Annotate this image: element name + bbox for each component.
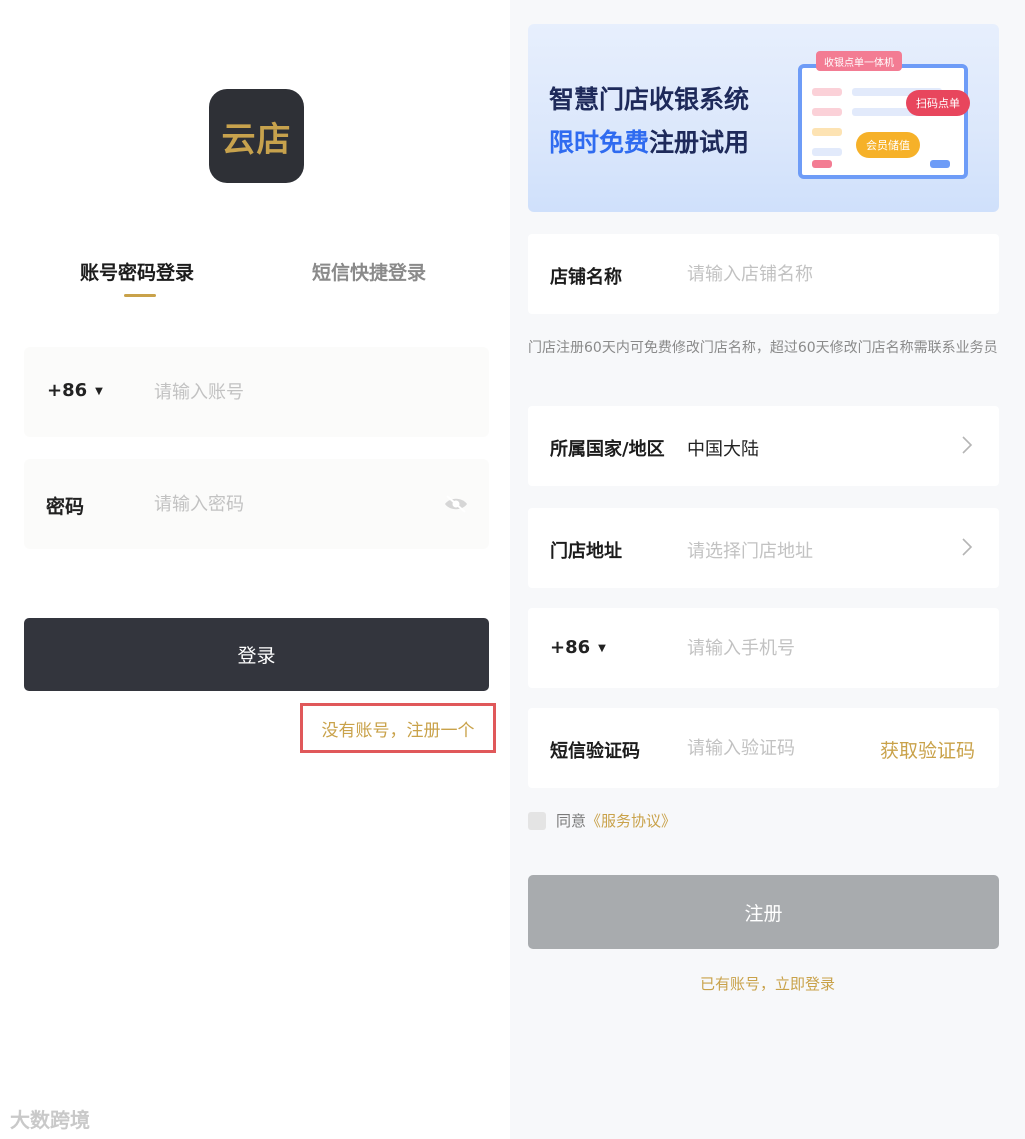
phone-country-code-selector[interactable]: +86 ▼: [550, 637, 606, 658]
sms-code-row: 短信验证码 获取验证码: [528, 708, 999, 788]
sms-code-input[interactable]: [687, 732, 837, 764]
chevron-right-icon: [962, 436, 973, 454]
active-tab-indicator: [124, 294, 156, 297]
banner-title: 智慧门店收银系统: [549, 85, 750, 114]
address-label: 门店地址: [550, 541, 622, 562]
phone-row: +86 ▼: [528, 608, 999, 688]
pos-illustration: [798, 64, 968, 179]
banner-subtitle-rest: 注册试用: [649, 128, 750, 157]
address-placeholder: 请选择门店地址: [687, 541, 813, 562]
agree-checkbox[interactable]: [528, 811, 546, 830]
account-field: +86 ▼: [24, 347, 489, 437]
register-button[interactable]: 注册: [528, 875, 999, 949]
get-code-button[interactable]: 获取验证码: [880, 736, 975, 763]
tab-sms-login[interactable]: 短信快捷登录: [312, 258, 426, 285]
store-name-input[interactable]: [687, 258, 887, 290]
agreement-row: 同意 《服务协议》: [528, 810, 676, 831]
login-screen: 云店 账号密码登录 短信快捷登录 +86 ▼ 密码 登录 没有账号，注册一个 大数…: [0, 0, 510, 1139]
watermark: 大数跨境: [10, 1108, 90, 1132]
country-row[interactable]: 所属国家/地区 中国大陆: [528, 406, 999, 486]
account-input[interactable]: [154, 375, 424, 409]
tab-account-login[interactable]: 账号密码登录: [80, 258, 194, 285]
store-name-label: 店铺名称: [550, 267, 622, 288]
chevron-right-icon: [962, 538, 973, 556]
pos-tag: 收银点单一体机: [816, 51, 902, 71]
caret-down-icon: ▼: [598, 642, 606, 654]
password-label: 密码: [46, 496, 85, 518]
service-agreement-link[interactable]: 《服务协议》: [586, 810, 676, 831]
member-topup-tag: 会员储值: [856, 132, 920, 158]
country-label: 所属国家/地区: [550, 439, 665, 460]
store-name-row: 店铺名称: [528, 234, 999, 314]
to-login-link[interactable]: 已有账号，立即登录: [510, 973, 1025, 994]
banner-highlight: 限时免费: [549, 128, 650, 157]
scan-order-tag: 扫码点单: [906, 90, 970, 116]
sms-code-label: 短信验证码: [550, 741, 640, 762]
country-code-value: +86: [47, 380, 88, 401]
password-input[interactable]: [154, 487, 424, 521]
store-name-hint: 门店注册60天内可免费修改门店名称，超过60天修改门店名称需联系业务员: [528, 340, 998, 356]
agree-text: 同意: [556, 812, 587, 830]
country-code-selector[interactable]: +86 ▼: [47, 380, 103, 401]
app-logo: 云店: [209, 89, 304, 183]
password-field: 密码: [24, 459, 489, 549]
address-row[interactable]: 门店地址 请选择门店地址: [528, 508, 999, 588]
eye-closed-icon[interactable]: [443, 494, 469, 514]
banner-subtitle: 限时免费注册试用: [549, 123, 749, 159]
register-screen: 智慧门店收银系统 限时免费注册试用 收银点单一体机 扫码点单 会员储值 店铺名称…: [510, 0, 1025, 1139]
promo-banner[interactable]: 智慧门店收银系统 限时免费注册试用 收银点单一体机 扫码点单 会员储值: [528, 24, 999, 212]
country-value: 中国大陆: [687, 439, 759, 460]
caret-down-icon: ▼: [95, 385, 103, 397]
phone-input[interactable]: [687, 632, 887, 664]
register-link[interactable]: 没有账号，注册一个: [300, 703, 496, 753]
login-button[interactable]: 登录: [24, 618, 489, 691]
phone-country-code-value: +86: [550, 637, 591, 658]
